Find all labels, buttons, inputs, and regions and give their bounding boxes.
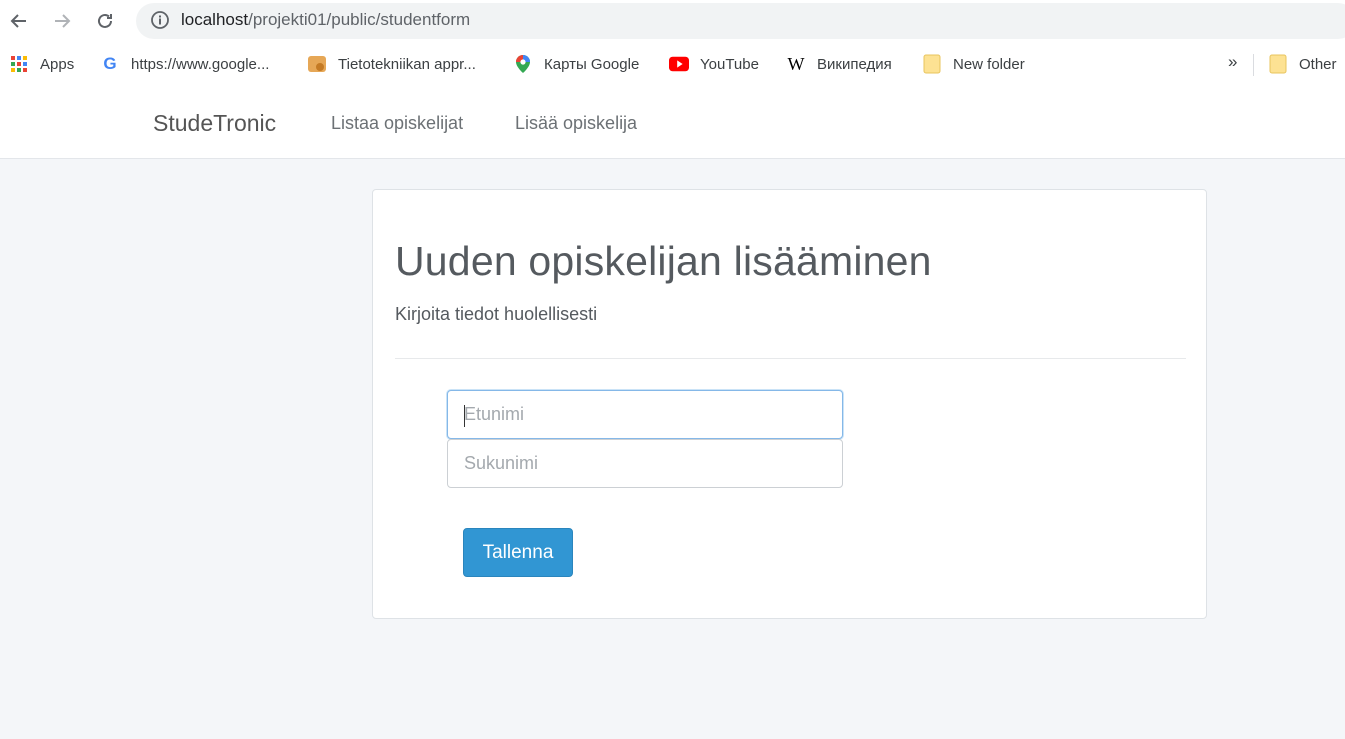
student-form-card: Uuden opiskelijan lisääminen Kirjoita ti… [372, 189, 1207, 619]
last-name-input[interactable] [447, 439, 843, 488]
first-name-input[interactable] [447, 390, 843, 439]
wikipedia-icon: W [787, 53, 805, 74]
bookmark-label: Карты Google [544, 55, 640, 73]
bookmark-label: Tietotekniikan appr... [338, 55, 476, 73]
reload-icon[interactable] [91, 7, 119, 35]
apps-grid-icon [9, 54, 29, 74]
bookmark-label: Apps [40, 55, 75, 73]
bookmark-maps[interactable]: Карты Google [513, 53, 639, 75]
url-path: /projekti01/public/studentform [248, 10, 471, 29]
forward-icon[interactable] [48, 7, 76, 35]
nav-list-students[interactable]: Listaa opiskelijat [331, 113, 463, 134]
youtube-icon [669, 54, 689, 74]
back-icon[interactable] [5, 7, 33, 35]
save-button[interactable]: Tallenna [463, 528, 573, 577]
info-icon[interactable] [150, 10, 170, 30]
brand-link[interactable]: StudeTronic [153, 110, 276, 137]
site-icon [307, 54, 327, 74]
folder-icon [1268, 54, 1288, 74]
text-caret [464, 405, 465, 427]
bookmark-other[interactable]: Other [1268, 53, 1337, 75]
bookmarks-bar: Apps G https://www.google... Tietoteknii… [0, 42, 1345, 86]
url-text[interactable]: localhost/projekti01/public/studentform [181, 10, 470, 30]
nav-add-student[interactable]: Lisää opiskelija [515, 113, 637, 134]
bookmarks-divider [1253, 54, 1254, 76]
bookmark-new-folder[interactable]: New folder [922, 53, 1025, 75]
bookmarks-overflow-button[interactable]: » [1228, 52, 1237, 72]
browser-toolbar: localhost/projekti01/public/studentform [0, 0, 1345, 42]
bookmark-label: Википедия [817, 55, 892, 73]
bookmark-youtube[interactable]: YouTube [669, 53, 759, 75]
bookmark-label: https://www.google... [131, 55, 270, 73]
url-host: localhost [181, 10, 249, 29]
bookmark-label: Other [1299, 55, 1337, 73]
divider [395, 358, 1186, 359]
folder-icon [922, 54, 942, 74]
google-icon: G [103, 54, 117, 73]
bookmark-label: YouTube [700, 55, 759, 73]
bookmark-google[interactable]: G https://www.google... [100, 53, 269, 75]
page-subtitle: Kirjoita tiedot huolellisesti [395, 304, 598, 324]
bookmark-wikipedia[interactable]: W Википедия [786, 53, 892, 75]
bookmark-apps[interactable]: Apps [9, 53, 74, 75]
bookmark-label: New folder [953, 55, 1025, 73]
page-title: Uuden opiskelijan lisääminen [395, 238, 932, 284]
maps-pin-icon [513, 54, 533, 74]
bookmark-tietotekniikka[interactable]: Tietotekniikan appr... [307, 53, 476, 75]
app-navbar: StudeTronic Listaa opiskelijat Lisää opi… [0, 86, 1345, 159]
